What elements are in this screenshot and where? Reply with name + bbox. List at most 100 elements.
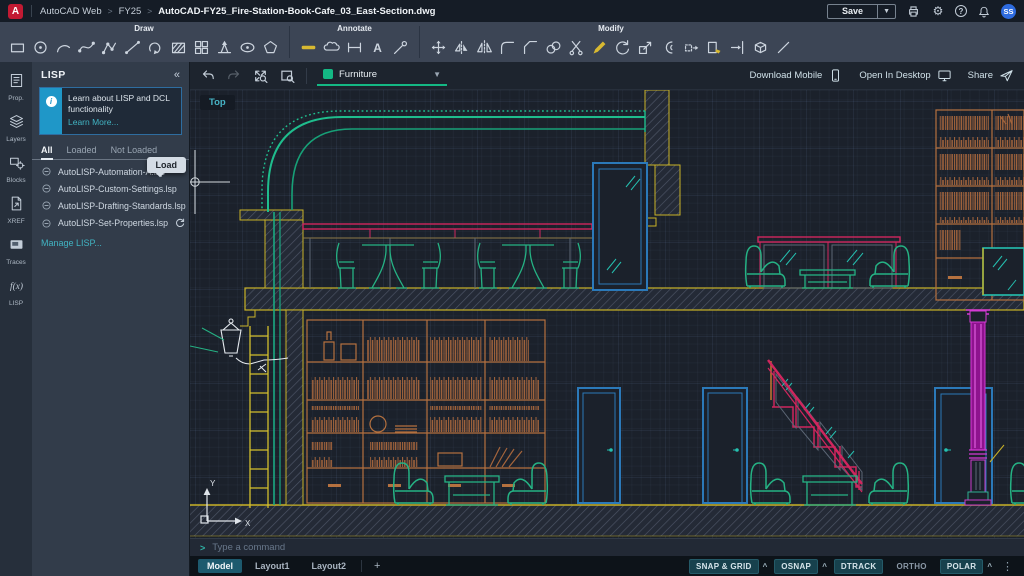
trim-icon[interactable] xyxy=(565,35,588,59)
toggle-button[interactable]: OSNAP xyxy=(774,559,818,574)
section-drawing[interactable]: Y X xyxy=(190,90,1024,538)
save-button[interactable]: Save xyxy=(828,5,877,18)
lisp-tab-loaded[interactable]: Loaded xyxy=(67,142,97,159)
tab-layout2[interactable]: Layout2 xyxy=(303,559,356,573)
overflow-menu-icon[interactable]: ⋮ xyxy=(999,560,1016,573)
lisp-file-row[interactable]: AutoLISP-Set-Properties.lsp xyxy=(32,214,189,232)
chevron-up-icon[interactable]: ^ xyxy=(822,562,827,571)
command-input[interactable]: Type a command xyxy=(212,542,285,553)
copy-icon[interactable] xyxy=(542,35,565,59)
polyline-icon[interactable] xyxy=(98,35,121,59)
markup-icon[interactable] xyxy=(588,35,611,59)
save-dropdown-caret[interactable]: ▼ xyxy=(877,5,895,18)
sidebar-item-traces[interactable]: Traces xyxy=(0,234,32,268)
partial-armchair[interactable] xyxy=(1011,463,1024,505)
erase-icon[interactable] xyxy=(772,35,795,59)
divide-icon[interactable] xyxy=(213,35,236,59)
toggle-button[interactable]: ORTHO xyxy=(890,560,932,573)
breadcrumb-folder[interactable]: FY25 xyxy=(119,6,142,17)
toggle-button[interactable]: DTRACK xyxy=(834,559,884,574)
sidebar-item-xref[interactable]: XREF xyxy=(0,193,32,227)
arc-segment-icon[interactable] xyxy=(144,35,167,59)
teal-glass-panel[interactable] xyxy=(983,248,1024,295)
cafe-table-set[interactable] xyxy=(337,243,441,288)
sidebar-item-lisp[interactable]: f(x)LISP xyxy=(0,275,32,309)
sidebar-item-layers[interactable]: Layers xyxy=(0,111,32,145)
share-button[interactable]: Share xyxy=(968,68,1014,83)
command-bar[interactable]: > Type a command xyxy=(190,538,1024,556)
text-icon[interactable]: A xyxy=(366,35,389,59)
extend-icon[interactable] xyxy=(726,35,749,59)
leader-icon[interactable] xyxy=(389,35,412,59)
cafe-bench-rail[interactable] xyxy=(303,224,592,288)
manage-lisp-link[interactable]: Manage LISP... xyxy=(32,232,189,254)
cafe-table-set[interactable] xyxy=(478,243,581,288)
mezzanine-partition[interactable] xyxy=(758,237,900,288)
zoom-extents-icon[interactable] xyxy=(252,68,269,84)
linear-dimension-icon[interactable] xyxy=(343,35,366,59)
mirror-object-icon[interactable] xyxy=(450,35,473,59)
stretch-icon[interactable] xyxy=(680,35,703,59)
mirror-icon[interactable] xyxy=(473,35,496,59)
lounge-group[interactable] xyxy=(751,463,909,505)
arc-icon[interactable] xyxy=(52,35,75,59)
notifications-bell-icon[interactable] xyxy=(976,3,992,19)
move-icon[interactable] xyxy=(427,35,450,59)
line-icon[interactable] xyxy=(121,35,144,59)
toggle-button[interactable]: SNAP & GRID xyxy=(689,559,759,574)
load-tooltip-button[interactable]: Load xyxy=(147,157,187,173)
redo-icon[interactable] xyxy=(226,68,242,83)
hatch-icon[interactable] xyxy=(167,35,190,59)
spline-icon[interactable] xyxy=(75,35,98,59)
open-in-desktop-button[interactable]: Open In Desktop xyxy=(859,68,951,83)
ground-slab[interactable] xyxy=(190,505,1024,536)
settings-gear-icon[interactable]: ⚙ xyxy=(930,3,946,19)
viewport-label[interactable]: Top xyxy=(200,95,235,110)
chevron-up-icon[interactable]: ^ xyxy=(987,562,992,571)
breadcrumb-root[interactable]: AutoCAD Web xyxy=(40,6,102,17)
staircase[interactable] xyxy=(768,360,862,492)
explode-icon[interactable] xyxy=(749,35,772,59)
rectangle-icon[interactable] xyxy=(6,35,29,59)
lower-bookshelf[interactable] xyxy=(307,320,545,503)
zoom-window-icon[interactable] xyxy=(279,68,296,84)
scale-icon[interactable] xyxy=(634,35,657,59)
cast-iron-column[interactable] xyxy=(965,310,1004,505)
lisp-file-row[interactable]: AutoLISP-Drafting-Standards.lsp xyxy=(32,197,189,214)
door[interactable] xyxy=(703,388,747,503)
lounge-group[interactable] xyxy=(394,463,548,505)
help-icon[interactable]: ? xyxy=(955,5,967,17)
revision-cloud-icon[interactable] xyxy=(320,35,343,59)
sidebar-item-blocks[interactable]: Blocks xyxy=(0,152,32,186)
ellipse-icon[interactable] xyxy=(236,35,259,59)
toggle-button[interactable]: POLAR xyxy=(940,559,984,574)
right-upper-wall[interactable] xyxy=(645,90,680,226)
download-mobile-button[interactable]: Download Mobile xyxy=(749,68,843,83)
lisp-file-row[interactable]: AutoLISP-Custom-Settings.lsp xyxy=(32,180,189,197)
ceiling-duct[interactable] xyxy=(262,111,645,212)
chevron-up-icon[interactable]: ^ xyxy=(763,562,768,571)
tab-layout1[interactable]: Layout1 xyxy=(246,559,299,573)
user-avatar[interactable]: SS xyxy=(1001,4,1016,19)
rotate-icon[interactable] xyxy=(611,35,634,59)
door[interactable] xyxy=(578,388,620,503)
learn-more-link[interactable]: Learn More... xyxy=(68,117,175,128)
lisp-tab-all[interactable]: All xyxy=(41,142,53,159)
refresh-icon[interactable] xyxy=(174,217,186,229)
drawing-canvas[interactable]: Y X Top xyxy=(190,90,1024,538)
undo-icon[interactable] xyxy=(200,68,216,83)
autocad-logo[interactable]: A xyxy=(8,4,23,19)
chamfer-icon[interactable] xyxy=(519,35,542,59)
circle-icon[interactable] xyxy=(29,35,52,59)
dimension-icon[interactable] xyxy=(297,35,320,59)
collapse-panel-icon[interactable]: « xyxy=(174,69,180,81)
polygon-icon[interactable] xyxy=(259,35,282,59)
upper-glass-door[interactable] xyxy=(593,163,647,290)
ladder[interactable] xyxy=(250,326,268,508)
add-layout-button[interactable]: + xyxy=(368,560,386,572)
fillet-icon[interactable] xyxy=(496,35,519,59)
print-icon[interactable] xyxy=(905,3,921,19)
match-properties-icon[interactable] xyxy=(703,35,726,59)
blocks-icon[interactable] xyxy=(190,35,213,59)
tab-model[interactable]: Model xyxy=(198,559,242,573)
